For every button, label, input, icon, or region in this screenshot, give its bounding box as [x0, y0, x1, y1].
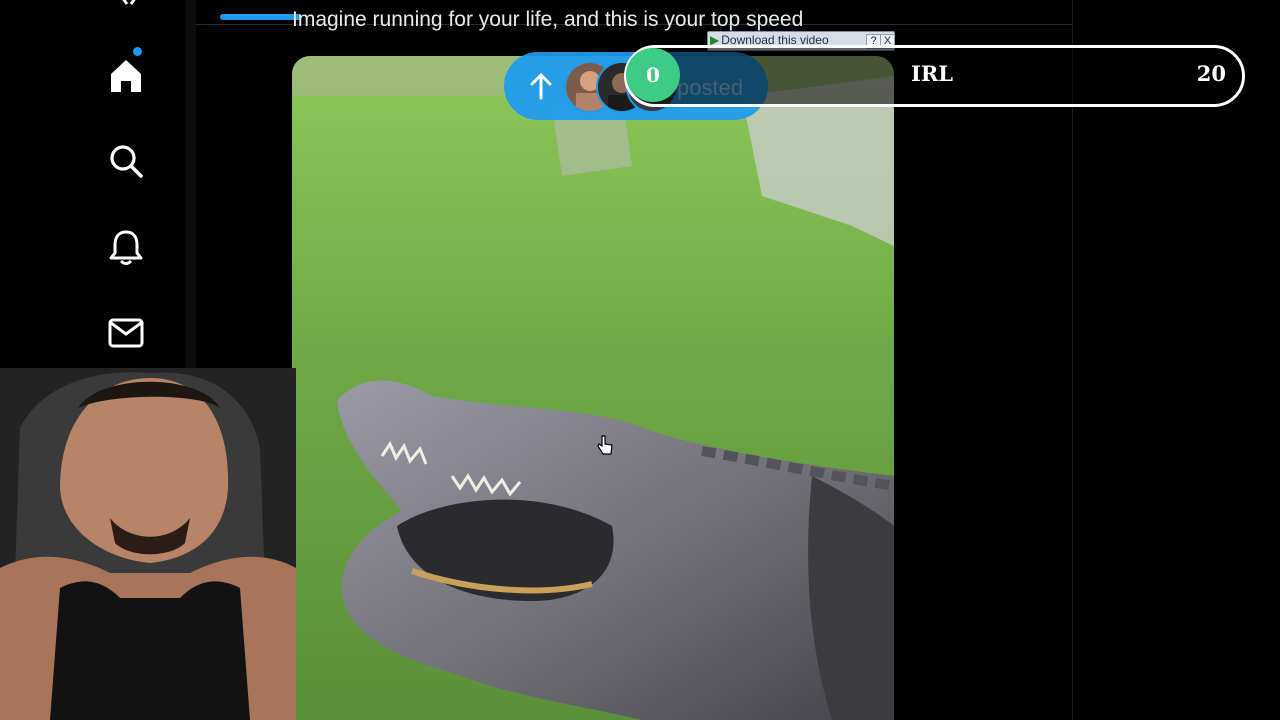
search-icon[interactable] — [107, 142, 145, 180]
hand-cursor-icon — [596, 434, 614, 458]
post-video[interactable] — [292, 56, 894, 720]
irl-label: IRL — [911, 61, 954, 86]
tab-indicator — [220, 14, 302, 20]
x-logo-icon[interactable] — [114, 0, 144, 6]
webcam-feed — [0, 368, 296, 720]
irl-counter-circle: 0 — [626, 48, 680, 102]
arrow-up-icon — [528, 72, 554, 100]
mail-icon[interactable] — [107, 314, 145, 352]
irl-count: 20 — [1196, 61, 1226, 86]
post-text: Imagine running for your life, and this … — [292, 8, 804, 31]
notification-dot — [133, 47, 142, 56]
right-area — [1073, 0, 1280, 720]
bell-icon[interactable] — [107, 228, 145, 266]
home-icon[interactable] — [107, 56, 145, 94]
